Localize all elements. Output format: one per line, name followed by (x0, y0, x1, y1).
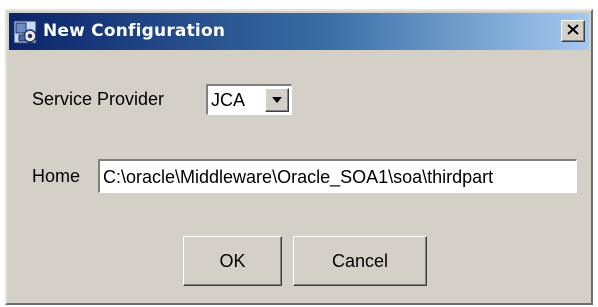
close-button[interactable] (561, 20, 585, 42)
service-provider-label: Service Provider (32, 89, 165, 109)
home-path-field[interactable]: C:\oracle\Middleware\Oracle_SOA1\soa\thi… (98, 159, 577, 193)
cancel-button[interactable]: Cancel (293, 236, 427, 286)
close-icon (567, 22, 579, 40)
new-configuration-dialog: New Configuration Service Provider JCA H… (5, 9, 593, 305)
window-title: New Configuration (43, 21, 226, 41)
service-provider-value: JCA (211, 90, 246, 110)
title-bar[interactable]: New Configuration (9, 13, 589, 50)
ok-button[interactable]: OK (183, 236, 282, 286)
service-provider-select[interactable]: JCA (206, 84, 292, 115)
app-icon (13, 19, 39, 45)
home-path-value: C:\oracle\Middleware\Oracle_SOA1\soa\thi… (103, 167, 494, 187)
chevron-down-icon (271, 91, 283, 109)
dropdown-button[interactable] (265, 88, 289, 112)
home-label: Home (32, 166, 81, 186)
